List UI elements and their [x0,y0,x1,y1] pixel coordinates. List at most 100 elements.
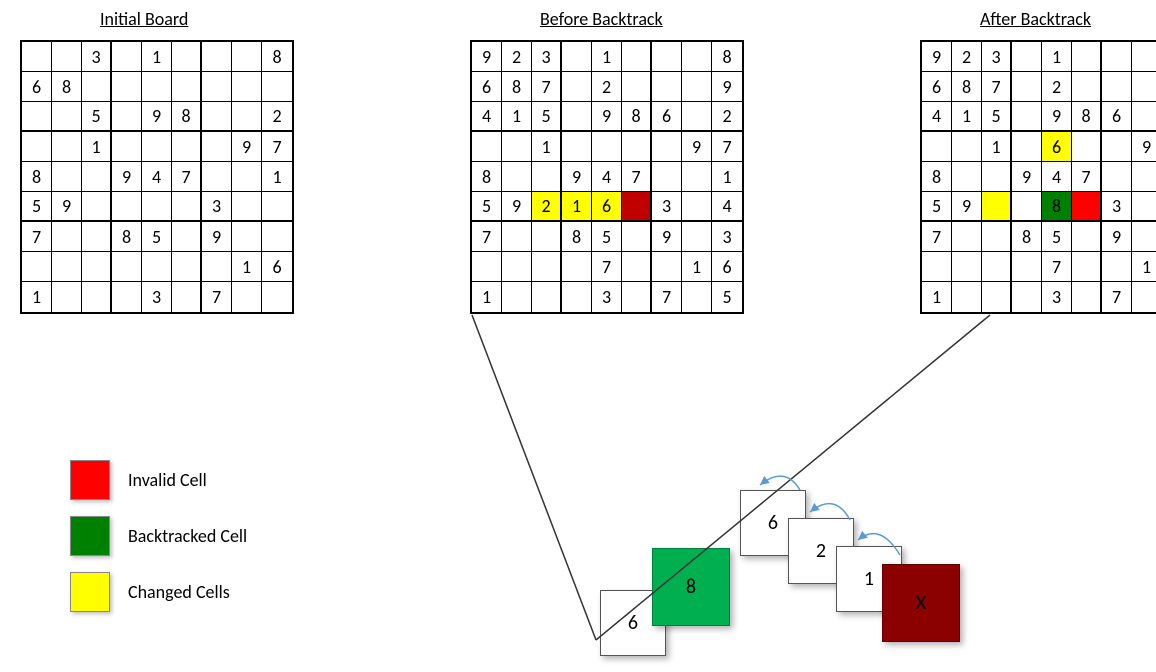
initial-cell-r6c7-value: 3 [212,197,221,215]
after-cell-r2c1-value: 6 [932,78,941,96]
initial-cell-r2c4 [112,72,142,102]
after-cell-r2c5-value: 2 [1052,78,1061,96]
initial-cell-r9c1: 1 [22,282,52,312]
before-cell-r3c2: 1 [502,102,532,132]
before-cell-r2c1: 6 [472,72,502,102]
before-cell-r6c1: 5 [472,192,502,222]
before-cell-r3c7-value: 6 [662,107,671,125]
before-cell-r9c7-value: 7 [662,288,671,306]
after-cell-r7c2 [952,222,982,252]
before-cell-r7c8 [682,222,712,252]
after-cell-r3c5-value: 9 [1052,107,1061,125]
initial-cell-r2c6 [172,72,202,102]
initial-cell-r7c4: 8 [112,222,142,252]
initial-cell-r5c5: 4 [142,162,172,192]
stack-card-result-label: 8 [686,575,696,599]
after-cell-r6c6 [1072,192,1102,222]
initial-cell-r4c2 [52,132,82,162]
initial-cell-r8c8: 1 [232,252,262,282]
before-cell-r6c3: 2 [532,192,562,222]
before-cell-r9c6 [622,282,652,312]
stack-card-result: 8 [652,548,730,626]
before-cell-r1c3-value: 3 [541,48,550,66]
after-cell-r8c2 [952,252,982,282]
before-cell-r3c1: 4 [472,102,502,132]
before-cell-r6c5: 6 [592,192,622,222]
after-cell-r3c1-value: 4 [932,107,941,125]
initial-cell-r6c3 [82,192,112,222]
before-cell-r1c2: 2 [502,42,532,72]
initial-cell-r4c8: 9 [232,132,262,162]
after-cell-r8c8-value: 1 [1142,258,1151,276]
after-cell-r7c5-value: 5 [1052,228,1061,246]
before-cell-r1c9: 8 [712,42,742,72]
before-cell-r3c9-value: 2 [722,107,731,125]
before-cell-r8c3 [532,252,562,282]
initial-cell-r2c9 [262,72,292,102]
after-cell-r8c6 [1072,252,1102,282]
before-cell-r3c1-value: 4 [482,107,491,125]
after-cell-r9c2 [952,282,982,312]
initial-cell-r7c6 [172,222,202,252]
after-cell-r9c4 [1012,282,1042,312]
after-cell-r2c3: 7 [982,72,1012,102]
after-cell-r5c2 [952,162,982,192]
title-before: Before Backtrack [540,8,663,30]
before-cell-r1c9-value: 8 [722,48,731,66]
before-cell-r5c1: 8 [472,162,502,192]
initial-cell-r1c3: 3 [82,42,112,72]
after-cell-r8c8: 1 [1132,252,1156,282]
after-cell-r5c8 [1132,162,1156,192]
initial-cell-r1c2 [52,42,82,72]
initial-cell-r4c3: 1 [82,132,112,162]
after-cell-r1c2-value: 2 [962,48,971,66]
initial-cell-r4c8-value: 9 [242,138,251,156]
after-cell-r1c8 [1132,42,1156,72]
before-cell-r2c3-value: 7 [541,78,550,96]
before-cell-r9c4 [562,282,592,312]
initial-cell-r7c7-value: 9 [212,228,221,246]
initial-cell-r3c8 [232,102,262,132]
after-cell-r2c4 [1012,72,1042,102]
before-cell-r7c6 [622,222,652,252]
initial-cell-r6c8 [232,192,262,222]
after-cell-r9c5: 3 [1042,282,1072,312]
before-cell-r8c1 [472,252,502,282]
after-cell-r1c2: 2 [952,42,982,72]
legend-swatch-changed [70,572,110,612]
initial-cell-r5c5-value: 4 [152,168,161,186]
after-cell-r4c8: 9 [1132,132,1156,162]
after-cell-r3c3: 5 [982,102,1012,132]
initial-cell-r5c6: 7 [172,162,202,192]
before-cell-r3c3: 5 [532,102,562,132]
after-cell-r4c1 [922,132,952,162]
after-cell-r2c2: 8 [952,72,982,102]
initial-cell-r8c1 [22,252,52,282]
initial-cell-r5c1-value: 8 [32,168,41,186]
before-cell-r4c4 [562,132,592,162]
initial-cell-r7c5: 5 [142,222,172,252]
initial-cell-r9c1-value: 1 [32,288,41,306]
after-cell-r5c4-value: 9 [1022,168,1031,186]
initial-cell-r8c2 [52,252,82,282]
initial-cell-r9c8 [232,282,262,312]
after-cell-r1c5-value: 1 [1052,48,1061,66]
before-cell-r4c6 [622,132,652,162]
initial-cell-r1c8 [232,42,262,72]
before-cell-r7c7-value: 9 [662,228,671,246]
after-cell-r9c5-value: 3 [1052,288,1061,306]
initial-cell-r7c5-value: 5 [152,228,161,246]
before-cell-r4c3-value: 1 [541,138,550,156]
after-cell-r8c5: 7 [1042,252,1072,282]
initial-cell-r9c5: 3 [142,282,172,312]
stack-area: 6 8 6 2 1 X [560,460,960,660]
legend-label-invalid: Invalid Cell [128,469,207,491]
initial-cell-r4c3-value: 1 [91,138,100,156]
initial-cell-r8c5 [142,252,172,282]
before-cell-r7c4-value: 8 [572,228,581,246]
before-cell-r2c3: 7 [532,72,562,102]
before-cell-r6c6 [622,192,652,222]
after-cell-r2c1: 6 [922,72,952,102]
after-cell-r2c2-value: 8 [962,78,971,96]
before-cell-r5c6-value: 7 [631,168,640,186]
